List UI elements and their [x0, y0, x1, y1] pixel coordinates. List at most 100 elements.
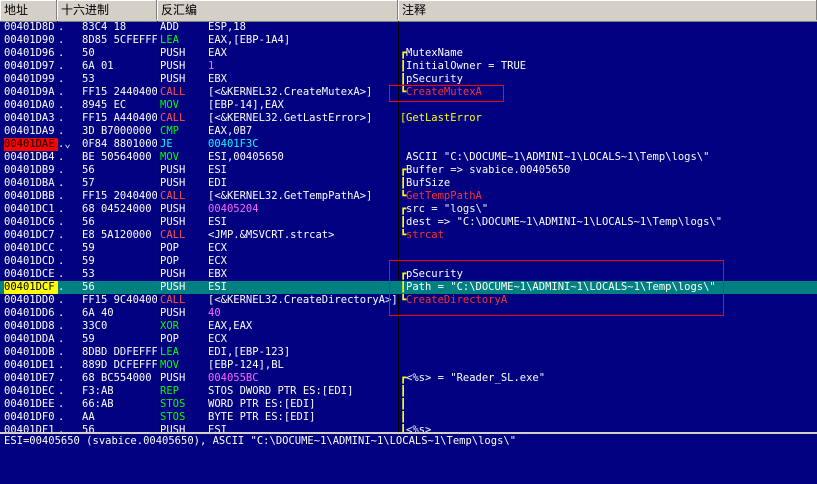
disasm-row[interactable]: 00401DBA. 57 PUSH EDI ┃ BufSize: [0, 177, 817, 190]
disasm-row[interactable]: 00401D96. 50 PUSH EAX ┏ MutexName: [0, 47, 817, 60]
header-hex[interactable]: 十六进制: [57, 0, 157, 20]
disasm-row[interactable]: 00401DD8. 33C0 XOR EAX,EAX: [0, 320, 817, 333]
operand-cell: EDI,[EBP-123]: [208, 346, 291, 358]
disasm-row[interactable]: 00401D97. 6A 01 PUSH 1 ┃ InitialOwner = TRUE: [0, 60, 817, 73]
hex-bytes-cell: 8DBD DDFEFFFF: [82, 346, 157, 358]
header-disassembly[interactable]: 反汇编: [157, 0, 398, 20]
hex-bytes-cell: 8D85 5CFEFFFF: [82, 34, 157, 46]
flow-marker: .: [58, 229, 65, 241]
mnemonic-cell: CALL: [160, 229, 186, 241]
operand-cell: [EBP-124],BL: [208, 359, 284, 371]
hex-bytes-cell: FF15 24404000: [82, 86, 157, 98]
operand-cell: ESI: [208, 164, 227, 176]
comment-cell: ASCII "C:\DOCUME~1\ADMINI~1\LOCALS~1\Tem…: [406, 151, 710, 163]
operand-cell: EBX: [208, 268, 227, 280]
header-comment[interactable]: 注释: [398, 0, 817, 20]
flow-marker: .: [58, 385, 65, 397]
operand-cell: EAX: [208, 47, 227, 59]
address-cell: 00401DCF: [4, 281, 58, 294]
flow-marker: .: [58, 21, 65, 33]
disasm-row[interactable]: 00401DEE. 66:AB STOS WORD PTR ES:[EDI] ┃: [0, 398, 817, 411]
operand-cell: STOS DWORD PTR ES:[EDI]: [208, 385, 354, 397]
disasm-row[interactable]: 00401DCC. 59 POP ECX: [0, 242, 817, 255]
address-cell: 00401DEC: [4, 385, 55, 397]
hex-bytes-cell: FF15 20404000: [82, 190, 157, 202]
address-cell: 00401DA9: [4, 125, 55, 137]
operand-cell: [<&KERNEL32.CreateMutexA>]: [208, 86, 373, 98]
disasm-row[interactable]: 00401DBB. FF15 20404000 CALL [<&KERNEL32.Ge…: [0, 190, 817, 203]
mnemonic-cell: MOV: [160, 99, 179, 111]
hex-bytes-cell: F3:AB: [82, 385, 114, 397]
address-cell: 00401DC6: [4, 216, 55, 228]
operand-cell: 1: [208, 60, 215, 72]
disassembly-listing[interactable]: 00401D8D. 83C4 18 ADD ESP,18 00401D90. 8D85 5…: [0, 21, 817, 432]
disasm-row[interactable]: 00401DB9. 56 PUSH ESI ┏ Buffer => svabice.004…: [0, 164, 817, 177]
address-cell: 00401DC1: [4, 203, 55, 215]
disasm-row[interactable]: 00401DE1. 889D DCFEFFFF MOV [EBP-124],BL: [0, 359, 817, 372]
mnemonic-cell: PUSH: [160, 281, 186, 293]
address-cell: 00401DA3: [4, 112, 55, 124]
flow-marker: .: [58, 60, 65, 72]
address-cell: 00401DBB: [4, 190, 55, 202]
flow-marker: .: [58, 281, 65, 293]
disasm-row[interactable]: 00401DC6. 56 PUSH ESI ┃ dest => "C:\DOCUME~1\…: [0, 216, 817, 229]
disasm-row[interactable]: 00401DDA. 59 POP ECX: [0, 333, 817, 346]
header-address[interactable]: 地址: [0, 0, 57, 20]
disasm-row[interactable]: 00401DA9. 3D B7000000 CMP EAX,0B7: [0, 125, 817, 138]
mnemonic-cell: POP: [160, 255, 179, 267]
disasm-row[interactable]: 00401DEC. F3:AB REP STOS DWORD PTR ES:[EDI]…: [0, 385, 817, 398]
hex-bytes-cell: E8 5A120000: [82, 229, 152, 241]
flow-marker: .: [58, 424, 65, 432]
hex-bytes-cell: 68 BC554000: [82, 372, 152, 384]
disasm-row[interactable]: 00401DC7. E8 5A120000 CALL <JMP.&MSVCRT.str…: [0, 229, 817, 242]
mnemonic-cell: PUSH: [160, 268, 186, 280]
disasm-row[interactable]: 00401DF0. AA STOS BYTE PTR ES:[EDI] ┃: [0, 411, 817, 424]
flow-marker: .: [58, 190, 65, 202]
disasm-row[interactable]: 00401DAE .⌄ 0F84 88010000 JE 00401F3C: [0, 138, 817, 151]
address-cell: 00401DAE: [4, 138, 58, 151]
mnemonic-cell: PUSH: [160, 47, 186, 59]
disasm-row[interactable]: 00401DA3. FF15 A4404000 CALL [<&KERNEL32.Ge…: [0, 112, 817, 125]
register-info-line: ESI=00405650 (svabice.00405650), ASCII "…: [4, 435, 517, 447]
mnemonic-cell: CALL: [160, 190, 186, 202]
flow-marker: .: [58, 73, 65, 85]
operand-cell: EDI: [208, 177, 227, 189]
address-cell: 00401D99: [4, 73, 55, 85]
operand-cell: ECX: [208, 242, 227, 254]
operand-cell: ESI: [208, 216, 227, 228]
disasm-row[interactable]: 00401D8D. 83C4 18 ADD ESP,18: [0, 21, 817, 34]
address-cell: 00401DE7: [4, 372, 55, 384]
mnemonic-cell: MOV: [160, 359, 179, 371]
disasm-row[interactable]: 00401D90. 8D85 5CFEFFFF LEA EAX,[EBP-1A4]: [0, 34, 817, 47]
operand-cell: ESI: [208, 281, 227, 293]
address-cell: 00401D9A: [4, 86, 55, 98]
disasm-row[interactable]: 00401DC1. 68 04524000 PUSH 00405204 ┏ src = "…: [0, 203, 817, 216]
operand-cell: ECX: [208, 333, 227, 345]
address-cell: 00401DD6: [4, 307, 55, 319]
address-cell: 00401DB4: [4, 151, 55, 163]
address-cell: 00401D97: [4, 60, 55, 72]
disasm-row[interactable]: 00401DE7. 68 BC554000 PUSH 004055BC ┏ <%s> = …: [0, 372, 817, 385]
mnemonic-cell: XOR: [160, 320, 179, 332]
comment-cell: InitialOwner = TRUE: [406, 60, 527, 72]
mnemonic-cell: PUSH: [160, 60, 186, 72]
flow-marker: .: [58, 86, 65, 98]
hex-bytes-cell: FF15 9C404000: [82, 294, 157, 306]
disasm-row[interactable]: 00401DF1. 56 PUSH ESI ┃ <%s>: [0, 424, 817, 432]
comment-cell: strcat: [406, 229, 444, 241]
mnemonic-cell: REP: [160, 385, 179, 397]
operand-cell: [<&KERNEL32.GetTempPathA>]: [208, 190, 373, 202]
disasm-row[interactable]: 00401DB4. BE 50564000 MOV ESI,00405650 ASCII…: [0, 151, 817, 164]
address-cell: 00401DCD: [4, 255, 55, 267]
operand-cell: BYTE PTR ES:[EDI]: [208, 411, 316, 423]
column-header-bar: 地址 十六进制 反汇编 注释: [0, 0, 817, 22]
disasm-row[interactable]: 00401DDB. 8DBD DDFEFFFF LEA EDI,[EBP-123]: [0, 346, 817, 359]
annotation-box-createmutex: [389, 85, 504, 102]
operand-cell: 40: [208, 307, 221, 319]
hex-bytes-cell: 66:AB: [82, 398, 114, 410]
mnemonic-cell: PUSH: [160, 307, 186, 319]
flow-marker: .: [58, 320, 65, 332]
annotation-box-createdirectory: [389, 260, 724, 316]
operand-cell: ECX: [208, 255, 227, 267]
flow-marker: .: [58, 164, 65, 176]
